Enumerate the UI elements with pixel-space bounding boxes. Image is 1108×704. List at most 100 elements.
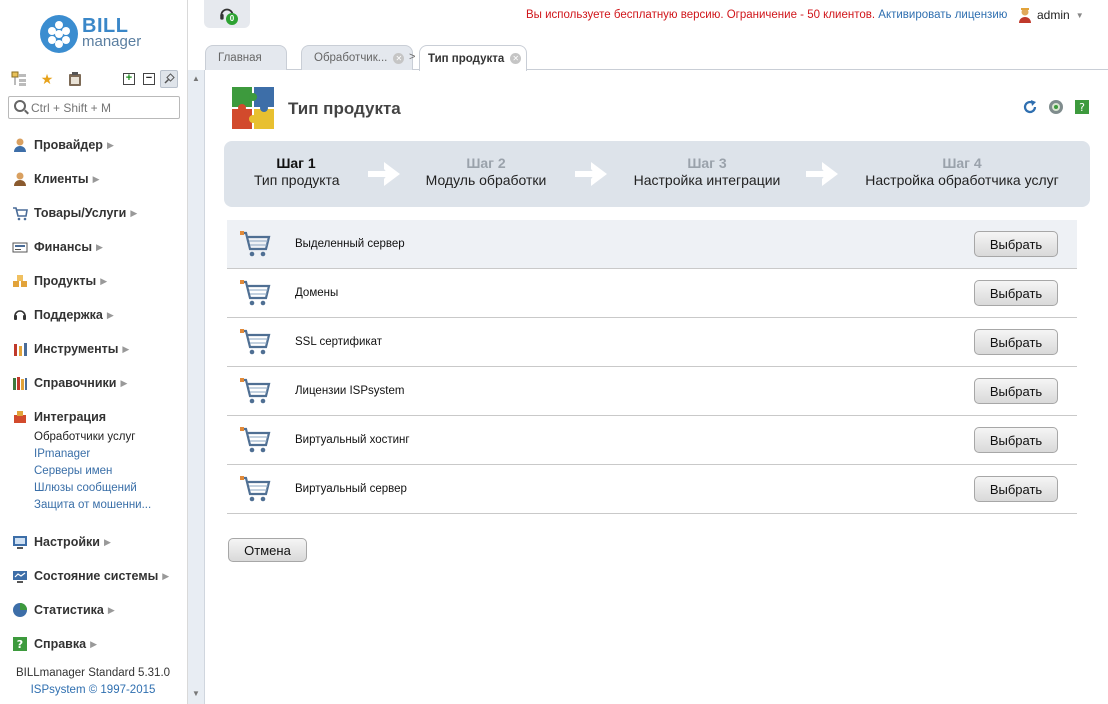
sidebar-item-products[interactable]: Продукты ▶ (12, 271, 182, 291)
tab-label: Тип продукта (428, 52, 505, 65)
svg-text:?: ? (1079, 101, 1085, 114)
settings-icon (13, 536, 27, 549)
help-icon[interactable]: ? (1074, 99, 1090, 115)
sidebar-item-integration[interactable]: Интеграция (12, 407, 182, 427)
cancel-button[interactable]: Отмена (228, 538, 307, 562)
chevron-right-icon: ▶ (162, 570, 170, 581)
product-name: Виртуальный хостинг (295, 434, 410, 446)
logo-mark-icon (40, 15, 78, 53)
finance-icon (12, 242, 28, 253)
collapse-all-icon[interactable]: − (140, 70, 158, 88)
sidebar-subitem-service-handlers[interactable]: Обработчики услуг (34, 431, 135, 447)
sidebar-item-settings[interactable]: Настройки ▶ (12, 532, 182, 552)
select-button[interactable]: Выбрать (974, 280, 1058, 306)
sidebar: BILL manager ★ + − Провайдер▶ (0, 0, 188, 704)
sidebar-subitem-name-servers[interactable]: Серверы имен (34, 465, 112, 481)
sidebar-scrollbar[interactable]: ▲ ▼ (188, 70, 205, 704)
chevron-right-icon: ▶ (100, 275, 108, 286)
sidebar-item-provider[interactable]: Провайдер ▶ (12, 135, 182, 155)
select-button[interactable]: Выбрать (974, 427, 1058, 453)
stats-icon (13, 603, 27, 617)
scroll-up-icon[interactable]: ▲ (192, 74, 200, 83)
top-bar: 0 Вы используете бесплатную версию. Огра… (188, 0, 1108, 44)
cart-icon (240, 231, 271, 257)
sidebar-item-clients[interactable]: Клиенты ▶ (12, 169, 182, 189)
help-icon: ? (13, 637, 27, 651)
step-title: Настройка интеграции (633, 172, 781, 188)
sidebar-item-support[interactable]: Поддержка ▶ (12, 305, 182, 325)
product-type-list: Выделенный сервер Выбрать Домены Выбрать… (227, 220, 1077, 514)
product-name: Виртуальный сервер (295, 483, 407, 495)
sidebar-item-label: Поддержка (34, 308, 103, 322)
arrow-right-icon (575, 162, 607, 186)
svg-text:?: ? (17, 638, 23, 651)
sidebar-item-label: Настройки (34, 535, 100, 549)
billmanager-logo[interactable]: BILL manager (40, 14, 141, 54)
step-number: Шаг 2 (466, 155, 506, 171)
tab-home[interactable]: Главная (205, 45, 287, 70)
product-name: Выделенный сервер (295, 238, 405, 250)
list-item: Виртуальный хостинг Выбрать (227, 416, 1077, 465)
sidebar-subitem-ipmanager[interactable]: IPmanager (34, 448, 90, 464)
pin-icon[interactable] (160, 70, 178, 88)
select-button[interactable]: Выбрать (974, 231, 1058, 257)
select-button[interactable]: Выбрать (974, 378, 1058, 404)
chevron-right-icon: ▶ (130, 207, 138, 218)
sidebar-item-tools[interactable]: Инструменты ▶ (12, 339, 182, 359)
select-button[interactable]: Выбрать (974, 329, 1058, 355)
close-tab-icon[interactable]: ✕ (510, 53, 522, 64)
step-number: Шаг 3 (687, 155, 727, 171)
user-menu[interactable]: admin ▼ (1018, 7, 1084, 23)
menu-search-input[interactable] (31, 99, 176, 116)
tab-bar: Главная Обработчик... ✕ > Тип продукта ✕ (205, 44, 1108, 71)
copyright-link[interactable]: ISPsystem © 1997-2015 (0, 684, 186, 696)
sidebar-item-finance[interactable]: Финансы ▶ (12, 237, 182, 257)
tab-service-handlers[interactable]: Обработчик... ✕ (301, 45, 413, 70)
tab-label: Обработчик... (314, 52, 388, 64)
cart-icon (240, 280, 271, 306)
sidebar-item-goods[interactable]: Товары/Услуги ▶ (12, 203, 182, 223)
step-number: Шаг 4 (942, 155, 982, 171)
sidebar-item-statistics[interactable]: Статистика ▶ (12, 600, 182, 620)
tree-view-icon[interactable] (10, 70, 28, 88)
arrow-right-icon (368, 162, 400, 186)
product-name: Лицензии ISPsystem (295, 385, 405, 397)
notifications-button[interactable]: 0 (204, 0, 250, 28)
expand-all-icon[interactable]: + (120, 70, 138, 88)
refresh-icon[interactable] (1022, 99, 1038, 115)
tab-product-type[interactable]: Тип продукта ✕ (419, 45, 527, 71)
favorites-star-icon[interactable]: ★ (38, 70, 56, 88)
select-button[interactable]: Выбрать (974, 476, 1058, 502)
notification-count-badge: 0 (226, 13, 238, 25)
scroll-down-icon[interactable]: ▼ (192, 689, 200, 698)
sidebar-item-help[interactable]: ? Справка ▶ (12, 634, 182, 654)
app-window: BILL manager ★ + − Провайдер▶ (0, 0, 1108, 704)
step-title: Настройка обработчика услуг (865, 172, 1059, 188)
sidebar-item-system-status[interactable]: Состояние системы ▶ (12, 566, 182, 586)
chevron-right-icon: ▶ (92, 173, 100, 184)
sidebar-item-label: Клиенты (34, 172, 89, 186)
activate-license-link[interactable]: Активировать лицензию (878, 9, 1007, 21)
sidebar-toolbar: ★ + − (8, 68, 180, 90)
monitor-icon (13, 571, 27, 583)
list-item: SSL сертификат Выбрать (227, 318, 1077, 367)
close-tab-icon[interactable]: ✕ (393, 52, 405, 64)
chevron-right-icon: ▶ (96, 241, 103, 252)
menu-search-box[interactable] (8, 96, 180, 119)
sidebar-subitem-fraud-protection[interactable]: Защита от мошенни... (34, 499, 151, 515)
cart-icon (13, 207, 28, 221)
wizard-steps: Шаг 1 Тип продукта Шаг 2 Модуль обработк… (224, 141, 1090, 207)
chevron-down-icon: ▼ (1075, 10, 1084, 20)
screenshot-camera-icon[interactable] (1048, 99, 1064, 115)
sidebar-subitem-message-gateways[interactable]: Шлюзы сообщений (34, 482, 137, 498)
chevron-right-icon: ▶ (107, 604, 115, 615)
sidebar-item-label: Продукты (34, 274, 97, 288)
clipboard-icon[interactable] (66, 70, 84, 88)
sidebar-item-label: Финансы (34, 240, 93, 254)
step-title: Модуль обработки (425, 172, 547, 188)
sidebar-item-label: Инструменты (34, 342, 119, 356)
wizard-step-1: Шаг 1 Тип продукта (254, 155, 340, 188)
sidebar-item-reference[interactable]: Справочники ▶ (12, 373, 182, 393)
product-name: Домены (295, 287, 339, 299)
integration-icon (14, 411, 26, 423)
